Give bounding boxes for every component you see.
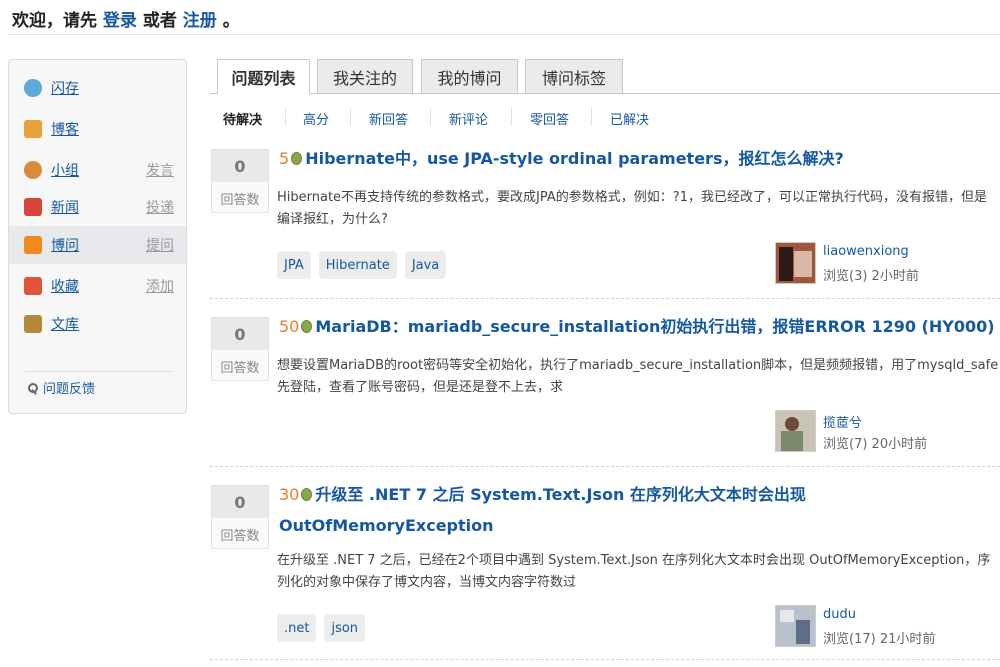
answer-count-label: 回答数: [220, 528, 260, 544]
feedback-link[interactable]: 问题反馈: [27, 378, 95, 397]
question-summary: 在升级至 .NET 7 之后，已经在2个项目中遇到 System.Text.Js…: [277, 553, 991, 590]
question-item: 0 回答数 5 Hibernate中，use JPA-style ordinal …: [210, 143, 1000, 288]
question-divider: [210, 659, 1000, 660]
sidebar-item-label[interactable]: 文库: [51, 314, 79, 334]
question-item: 0 回答数 30 升级至 .NET 7 之后 System.Text.Json 在…: [210, 479, 1000, 659]
wrench-icon: [27, 382, 39, 394]
subtab-zero-answers[interactable]: 零回答: [530, 109, 569, 128]
subtab-divider: [350, 108, 351, 126]
answer-count: 0: [212, 150, 268, 182]
tab-my-questions[interactable]: 我的博问: [421, 59, 518, 93]
welcome-message: 欢迎，请先 登录 或者 注册 。: [12, 6, 240, 31]
tab-following[interactable]: 我关注的: [317, 59, 413, 93]
feedback-label: 问题反馈: [43, 382, 96, 397]
question-title-text: Hibernate中，use JPA-style ordinal paramet…: [305, 149, 844, 168]
tag-hibernate[interactable]: Hibernate: [318, 251, 397, 279]
answer-count-label: 回答数: [220, 360, 260, 376]
bean-icon: [301, 320, 313, 333]
question-title[interactable]: 50 MariaDB：mariadb_secure_installation初始执…: [279, 311, 999, 342]
subtab-divider: [511, 108, 512, 126]
sidebar-action-submit[interactable]: 投递: [146, 197, 174, 217]
bean-icon: [291, 152, 303, 165]
sidebar-item-news[interactable]: 新闻 投递: [9, 188, 186, 226]
welcome-or: 或者: [142, 11, 177, 31]
chat-bubble-icon: [24, 79, 42, 97]
answer-count: 0: [212, 318, 268, 350]
sidebar-item-group[interactable]: 小组 发言: [9, 151, 186, 189]
question-title-text: MariaDB：mariadb_secure_installation初始执行出…: [315, 317, 995, 336]
subtab-high-score[interactable]: 高分: [303, 109, 329, 128]
avatar[interactable]: [775, 605, 816, 647]
open-book-icon: [24, 315, 42, 333]
bookmark-heart-icon: [24, 277, 42, 295]
subtab-new-answers[interactable]: 新回答: [369, 109, 408, 128]
reward-points: 5: [279, 149, 290, 168]
tag-list: JPA Hibernate Java: [277, 251, 447, 279]
author-name[interactable]: liaowenxiong: [823, 244, 909, 259]
welcome-suffix: 。: [222, 11, 240, 31]
sidebar-item-questions[interactable]: 博问 提问: [9, 226, 186, 264]
question-divider: [210, 298, 1000, 299]
sidebar-item-favorites[interactable]: 收藏 添加: [9, 267, 186, 305]
tab-question-tags[interactable]: 博问标签: [525, 59, 623, 93]
bean-icon: [301, 488, 313, 501]
newspaper-icon: [24, 198, 42, 216]
question-title[interactable]: 30 升级至 .NET 7 之后 System.Text.Json 在序列化大文本…: [279, 479, 879, 541]
question-divider: [210, 466, 1000, 467]
author-name[interactable]: dudu: [823, 607, 856, 622]
question-meta: 浏览(17) 21小时前: [823, 632, 936, 647]
sidebar-item-label[interactable]: 博问: [51, 235, 79, 255]
tag-list: .net json: [277, 614, 366, 642]
answer-count-label: 回答数: [220, 192, 260, 208]
subtab-new-comments[interactable]: 新评论: [449, 109, 488, 128]
subtab-divider: [591, 108, 592, 126]
sidebar-item-label[interactable]: 小组: [51, 160, 79, 180]
answer-count-box: 0 回答数: [211, 149, 269, 213]
header-divider: [8, 34, 1000, 35]
tag-jpa[interactable]: JPA: [277, 251, 311, 279]
tag-dotnet[interactable]: .net: [277, 614, 317, 642]
reward-points: 30: [279, 485, 300, 504]
sidebar-item-label[interactable]: 新闻: [51, 197, 79, 217]
sidebar-item-flash[interactable]: 闪存: [9, 69, 186, 107]
question-item: 0 回答数 50 MariaDB：mariadb_secure_installat…: [210, 311, 1000, 456]
question-summary: Hibernate不再支持传统的参数格式，要改成JPA的参数格式，例如：?1，我…: [277, 190, 987, 227]
question-summary: 想要设置MariaDB的root密码等安全初始化，执行了mariadb_secu…: [277, 358, 999, 395]
sidebar-action-post[interactable]: 发言: [146, 160, 174, 180]
welcome-prefix: 欢迎，请先: [12, 11, 97, 31]
sidebar-item-library[interactable]: 文库: [9, 305, 186, 343]
tag-java[interactable]: Java: [404, 251, 447, 279]
subtab-divider: [430, 108, 431, 126]
group-people-icon: [24, 161, 42, 179]
sidebar-action-ask[interactable]: 提问: [146, 235, 174, 255]
subtab-unsolved[interactable]: 待解决: [223, 109, 262, 128]
avatar[interactable]: [775, 242, 816, 284]
question-title-text: 升级至 .NET 7 之后 System.Text.Json 在序列化大文本时会…: [279, 485, 806, 535]
tag-json[interactable]: json: [324, 614, 366, 642]
subtab-solved[interactable]: 已解决: [610, 109, 649, 128]
answer-count-box: 0 回答数: [211, 485, 269, 549]
tabs-baseline: [210, 93, 1000, 94]
sidebar-divider: [25, 371, 173, 372]
notebook-pencil-icon: [24, 120, 42, 138]
login-link[interactable]: 登录: [103, 11, 137, 31]
answer-count: 0: [212, 486, 268, 518]
question-meta: 浏览(3) 2小时前: [823, 269, 919, 284]
reward-points: 50: [279, 317, 300, 336]
question-title[interactable]: 5 Hibernate中，use JPA-style ordinal parame…: [279, 143, 999, 174]
avatar[interactable]: [775, 410, 816, 452]
author-name[interactable]: 揽茝兮: [823, 412, 862, 431]
sidebar-item-label[interactable]: 收藏: [51, 276, 79, 296]
sidebar-action-add[interactable]: 添加: [146, 276, 174, 296]
subtab-divider: [285, 108, 286, 126]
tab-question-list[interactable]: 问题列表: [217, 59, 310, 94]
question-meta: 浏览(7) 20小时前: [823, 437, 928, 452]
answer-count-box: 0 回答数: [211, 317, 269, 381]
sidebar-item-blog[interactable]: 博客: [9, 110, 186, 148]
question-q-icon: [24, 236, 42, 254]
sidebar: 闪存 博客 小组 发言 新闻 投递 博问 提问 收藏 添加 文库 问题反馈: [8, 59, 187, 414]
sidebar-item-label[interactable]: 闪存: [51, 78, 79, 98]
register-link[interactable]: 注册: [183, 11, 217, 31]
sidebar-item-label[interactable]: 博客: [51, 119, 79, 139]
